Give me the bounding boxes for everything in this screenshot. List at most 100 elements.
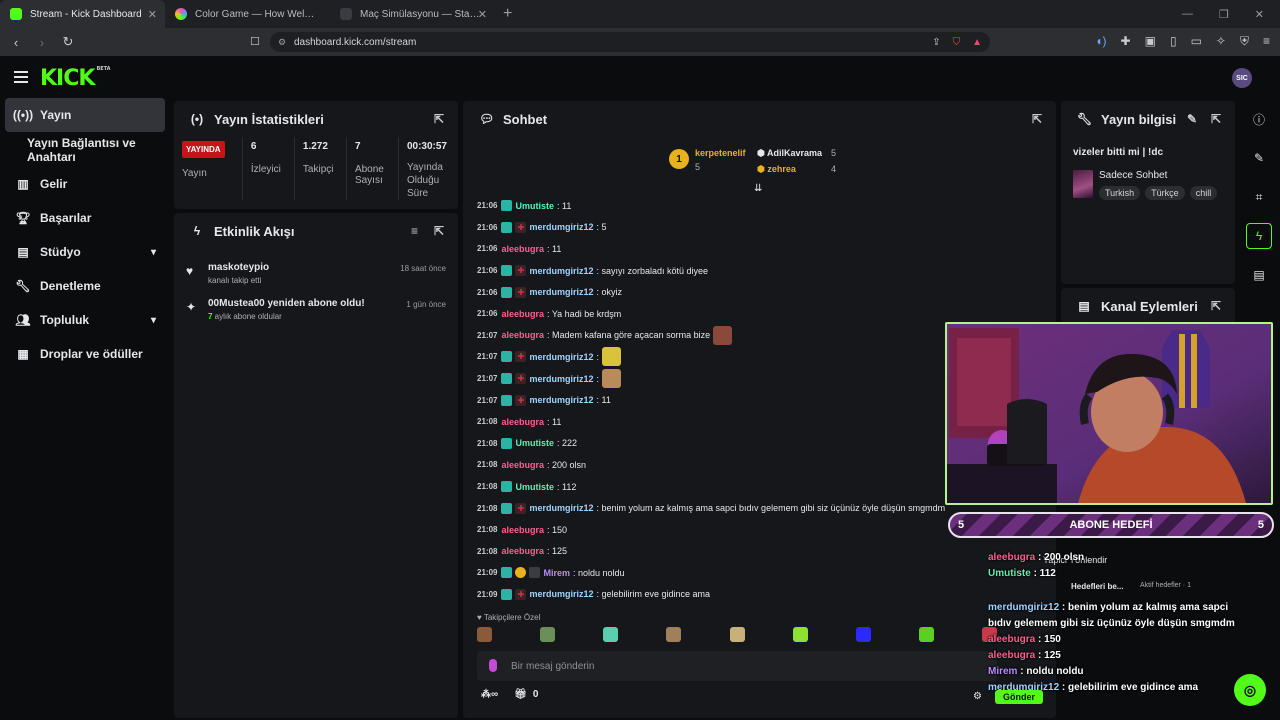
new-tab-icon[interactable]: + [495, 5, 520, 23]
emote-button[interactable] [666, 627, 682, 642]
site-info-icon[interactable]: ⚙ [278, 37, 288, 47]
minimize-icon[interactable]: — [1182, 8, 1193, 21]
close-window-icon[interactable]: ✕ [1255, 8, 1264, 21]
filter-icon[interactable]: ≡ [411, 224, 418, 238]
sidebar-icon[interactable]: ▯ [1170, 34, 1177, 49]
chat-username[interactable]: merdumgiriz12 [529, 374, 593, 384]
back-icon[interactable]: ‹ [6, 32, 26, 52]
emote-image [713, 325, 733, 345]
stream-info-panel: 🔧︎ Yayın bilgisi ✎ ⇱ vizeler bitti mi | … [1061, 101, 1235, 284]
extension-icon[interactable]: ✚ [1121, 34, 1131, 49]
focus-icon[interactable]: ⌗ [1246, 184, 1272, 210]
emote-button[interactable] [540, 627, 556, 642]
tab-title: Stream - Kick Dashboard [30, 8, 142, 20]
popout-icon[interactable]: ⇱ [1211, 299, 1221, 313]
chat-username[interactable]: merdumgiriz12 [529, 287, 593, 297]
popout-icon[interactable]: ⇱ [434, 112, 444, 126]
browser-tab-colorgame[interactable]: Color Game — How Well Can You Re [165, 0, 330, 28]
chat-text: : 11 [547, 416, 562, 427]
sidebar-item-denetleme[interactable]: 🔧︎ Denetleme [0, 269, 170, 303]
document-icon[interactable]: ▤ [1246, 262, 1272, 288]
chat-username[interactable]: aleebugra [501, 244, 544, 254]
chat-username[interactable]: merdumgiriz12 [529, 395, 593, 405]
window-controls: — ❐ ✕ [1182, 8, 1280, 21]
bookmark-icon[interactable]: ☐ [250, 35, 260, 48]
chat-username[interactable]: Umutiste [515, 201, 554, 211]
avatar[interactable]: SIC [1232, 68, 1252, 88]
category-thumbnail [1073, 170, 1093, 198]
chart-icon: ▥ [17, 177, 29, 191]
sidebar-item-stream-key[interactable]: Yayın Bağlantısı ve Anahtarı [0, 133, 170, 167]
sidebar-item-droplar[interactable]: ▦ Droplar ve ödüller [0, 337, 170, 371]
sidebar-item-yayin[interactable]: ((•)) Yayın [5, 98, 165, 132]
audio-icon[interactable]: ◖) [1095, 34, 1106, 49]
edit-icon[interactable]: ✎ [1187, 112, 1197, 126]
chat-username[interactable]: Umutiste [515, 482, 554, 492]
chat-username[interactable]: aleebugra [501, 546, 544, 556]
share-icon[interactable]: ⇪ [932, 37, 940, 48]
chat-username[interactable]: merdumgiriz12 [529, 266, 593, 276]
send-button[interactable]: Gönder [995, 690, 1044, 704]
sidebar-item-topluluk[interactable]: 👥︎ Topluluk ▾ [0, 303, 170, 337]
popout-icon[interactable]: ⇱ [434, 224, 444, 238]
chat-username[interactable]: aleebugra [501, 417, 544, 427]
reload-icon[interactable]: ↻ [58, 32, 78, 52]
user-badge-icon [501, 588, 513, 600]
screenshot-icon[interactable]: ▣ [1145, 34, 1156, 49]
chat-message: 21:09 Mirem: noldu noldu [477, 562, 1037, 584]
leo-icon[interactable]: ✧ [1216, 34, 1226, 49]
brave-shield-icon[interactable]: ⛉ [953, 37, 961, 48]
studio-icon: ▤ [17, 245, 29, 259]
sidebar-item-label: Stüdyo [40, 245, 81, 259]
brave-rewards-icon[interactable]: ▲ [972, 37, 982, 48]
scroll-down-icon[interactable]: ⇊ [754, 183, 762, 194]
maximize-icon[interactable]: ❐ [1219, 8, 1229, 21]
popout-icon[interactable]: ⇱ [1211, 112, 1221, 126]
hamburger-menu-icon[interactable] [14, 71, 28, 83]
chat-username[interactable]: aleebugra [501, 309, 544, 319]
emote-button[interactable] [855, 627, 871, 642]
sidebar-item-basarilar[interactable]: 🏆︎ Başarılar [0, 201, 170, 235]
bolt-icon[interactable]: ϟ [1246, 223, 1272, 249]
chat-username[interactable]: merdumgiriz12 [529, 352, 593, 362]
emote-button[interactable] [729, 627, 745, 642]
chat-username[interactable]: aleebugra [501, 330, 544, 340]
sidebar-item-studyo[interactable]: ▤ Stüdyo ▾ [0, 235, 170, 269]
sidebar-item-gelir[interactable]: ▥ Gelir [0, 167, 170, 201]
chat-username[interactable]: merdumgiriz12 [529, 503, 593, 513]
emote-button[interactable] [792, 627, 808, 642]
chat-username[interactable]: aleebugra [501, 525, 544, 535]
microphone-icon[interactable] [489, 659, 497, 672]
vpn-icon[interactable]: ⛨ [1240, 34, 1249, 49]
support-chat-icon[interactable]: ◎ [1234, 674, 1266, 706]
chat-text: : 200 olsn [547, 459, 587, 470]
chat-input[interactable]: Bir mesaj gönderin [477, 651, 997, 681]
wallet-icon[interactable]: ▭ [1191, 34, 1202, 49]
emote-button[interactable] [477, 627, 492, 642]
forward-icon[interactable]: › [32, 32, 52, 52]
kick-logo[interactable]: KICK BETA [40, 66, 111, 91]
chat-username[interactable]: merdumgiriz12 [529, 589, 593, 599]
gift-icon[interactable]: 🎁︎ [514, 689, 527, 700]
edit-icon[interactable]: ✎ [1246, 145, 1272, 171]
info-icon[interactable]: ⓘ [1246, 106, 1272, 132]
emote-button[interactable] [603, 627, 619, 642]
points-count: 0 [532, 689, 539, 700]
close-tab-icon[interactable]: ✕ [478, 8, 487, 21]
browser-tab-kick[interactable]: Stream - Kick Dashboard ✕ [0, 0, 165, 28]
chat-message: 21:06 ✚ merdumgiriz12: 5 [477, 217, 1037, 239]
close-tab-icon[interactable]: ✕ [148, 8, 157, 21]
chat-username[interactable]: aleebugra [501, 460, 544, 470]
popout-icon[interactable]: ⇱ [1032, 112, 1042, 126]
browser-tab-statslook[interactable]: Maç Simülasyonu — StatsLook | Stats ✕ [330, 0, 495, 28]
channel-points-icon[interactable]: ⁂∞ [481, 689, 498, 700]
chat-username[interactable]: Mirem [543, 568, 570, 578]
url-bar[interactable]: ⚙ dashboard.kick.com/stream ⇪ ⛉ ▲ [270, 32, 990, 52]
chat-username[interactable]: merdumgiriz12 [529, 222, 593, 232]
goal-label: ABONE HEDEFİ [1069, 519, 1153, 531]
chat-settings-icon[interactable]: ⚙ [973, 691, 982, 702]
menu-icon[interactable]: ≡ [1263, 34, 1270, 49]
emote-button[interactable] [918, 627, 934, 642]
activity-feed-panel: ϟ Etkinlik Akışı ≡ ⇱ ♥ maskoteypio kanal… [174, 213, 458, 718]
chat-username[interactable]: Umutiste [515, 438, 554, 448]
